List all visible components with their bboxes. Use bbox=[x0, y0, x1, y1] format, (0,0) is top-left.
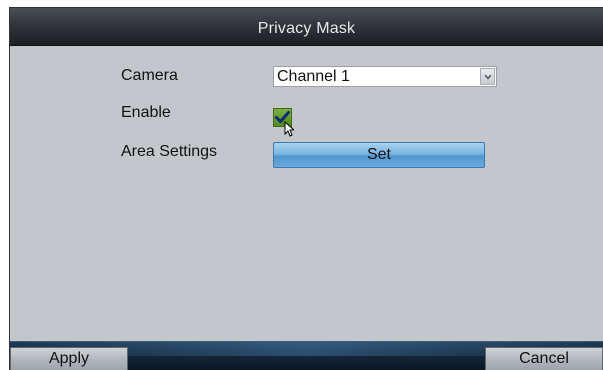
title-bar: Privacy Mask bbox=[10, 8, 603, 46]
camera-select[interactable]: Channel 1 bbox=[273, 66, 497, 87]
footer-bar: Apply Cancel bbox=[10, 341, 603, 370]
camera-select-value: Channel 1 bbox=[277, 68, 350, 85]
camera-label: Camera bbox=[121, 67, 178, 84]
set-button[interactable]: Set bbox=[273, 142, 485, 168]
area-settings-label: Area Settings bbox=[121, 143, 218, 160]
mouse-cursor-icon bbox=[284, 121, 294, 137]
enable-label: Enable bbox=[121, 104, 171, 121]
chevron-down-icon[interactable] bbox=[480, 68, 495, 85]
dialog-title: Privacy Mask bbox=[257, 19, 356, 37]
privacy-mask-dialog: Privacy Mask Camera Channel 1 Enable Are… bbox=[9, 7, 603, 370]
apply-button[interactable]: Apply bbox=[10, 347, 128, 370]
chevron-down-icon-glyph bbox=[483, 74, 492, 80]
cancel-button[interactable]: Cancel bbox=[485, 347, 603, 370]
